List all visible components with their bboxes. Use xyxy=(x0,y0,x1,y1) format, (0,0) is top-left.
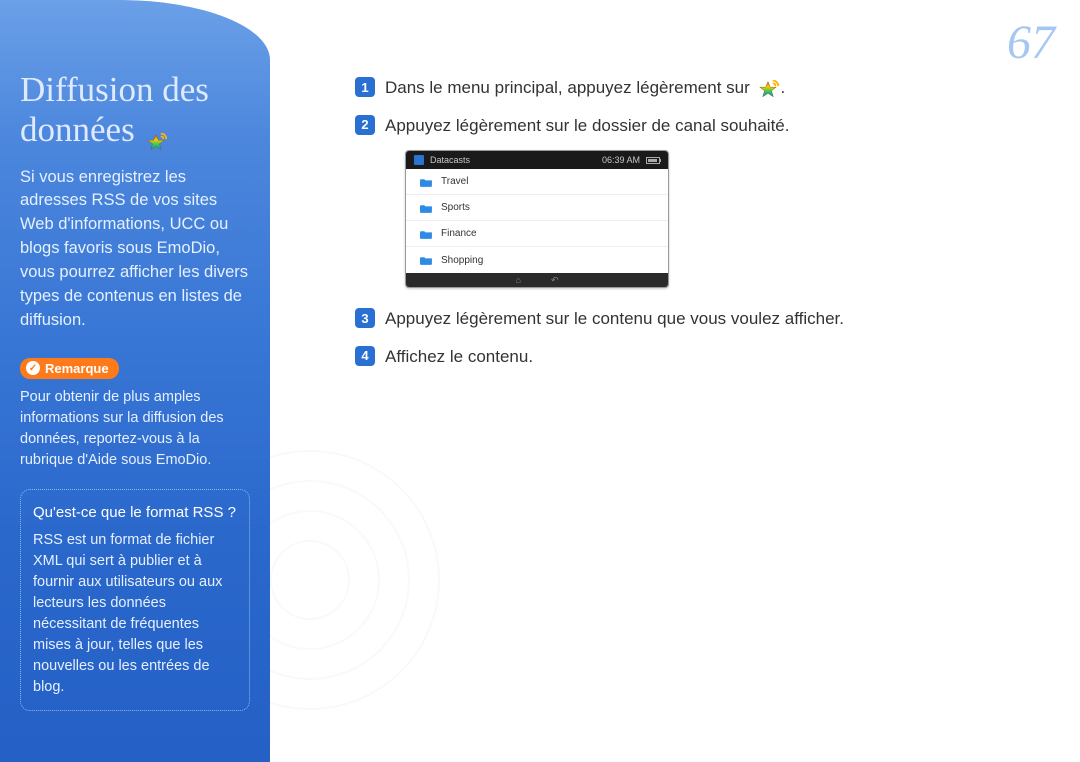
remark-badge: ✓ Remarque xyxy=(20,358,119,379)
step-3-text: Appuyez légèrement sur le contenu que vo… xyxy=(385,306,844,332)
home-icon: ⌂ xyxy=(516,275,521,285)
folder-label: Travel xyxy=(441,176,468,187)
datacast-star-icon xyxy=(145,122,167,144)
datacasts-icon xyxy=(414,155,424,165)
device-screenshot: Datacasts 06:39 AM Travel Sports Finance xyxy=(405,150,669,288)
rss-text: RSS est un format de fichier XML qui ser… xyxy=(33,530,237,698)
main-content: 1 Dans le menu principal, appuyez légère… xyxy=(355,75,1045,381)
check-icon: ✓ xyxy=(26,361,40,375)
rss-title: Qu'est-ce que le format RSS ? xyxy=(33,502,237,524)
step-4: 4 Affichez le contenu. xyxy=(355,344,1045,370)
list-item: Finance xyxy=(406,221,668,247)
step-1-text-content: Dans le menu principal, appuyez légèreme… xyxy=(385,78,750,97)
folder-label: Sports xyxy=(441,202,470,213)
folder-label: Finance xyxy=(441,228,477,239)
folder-label: Shopping xyxy=(441,255,483,266)
device-list: Travel Sports Finance Shopping xyxy=(406,169,668,273)
title-line-2: données xyxy=(20,110,135,149)
remark-label: Remarque xyxy=(45,361,109,376)
step-number-4: 4 xyxy=(355,346,375,366)
sidebar: Diffusion des données Si vous enregistre… xyxy=(0,0,270,762)
remark-text: Pour obtenir de plus amples informations… xyxy=(20,387,250,471)
step-4-text: Affichez le contenu. xyxy=(385,344,533,370)
step-number-2: 2 xyxy=(355,115,375,135)
remark-section: ✓ Remarque Pour obtenir de plus amples i… xyxy=(20,358,250,471)
step-2: 2 Appuyez légèrement sur le dossier de c… xyxy=(355,113,1045,139)
device-header: Datacasts 06:39 AM xyxy=(406,151,668,169)
step-2-text: Appuyez légèrement sur le dossier de can… xyxy=(385,113,789,139)
step-number-1: 1 xyxy=(355,77,375,97)
step-3: 3 Appuyez légèrement sur le contenu que … xyxy=(355,306,1045,332)
sidebar-intro: Si vous enregistrez les adresses RSS de … xyxy=(20,166,250,333)
datacast-star-icon xyxy=(757,78,779,100)
folder-icon xyxy=(420,229,433,239)
rss-info-box: Qu'est-ce que le format RSS ? RSS est un… xyxy=(20,489,250,711)
list-item: Shopping xyxy=(406,247,668,273)
step-number-3: 3 xyxy=(355,308,375,328)
folder-icon xyxy=(420,177,433,187)
list-item: Travel xyxy=(406,169,668,195)
back-icon: ↶ xyxy=(551,275,559,286)
page-title: Diffusion des données xyxy=(20,70,250,151)
title-line-1: Diffusion des xyxy=(20,70,209,109)
page-number: 67 xyxy=(1007,15,1055,70)
device-footer: ⌂ ↶ xyxy=(406,273,668,287)
device-title: Datacasts xyxy=(430,155,470,165)
device-time: 06:39 AM xyxy=(602,155,640,165)
list-item: Sports xyxy=(406,195,668,221)
battery-icon xyxy=(646,157,660,164)
folder-icon xyxy=(420,203,433,213)
step-1: 1 Dans le menu principal, appuyez légère… xyxy=(355,75,1045,101)
step-1-text: Dans le menu principal, appuyez légèreme… xyxy=(385,75,785,101)
folder-icon xyxy=(420,255,433,265)
step-1-tail: . xyxy=(781,78,786,97)
